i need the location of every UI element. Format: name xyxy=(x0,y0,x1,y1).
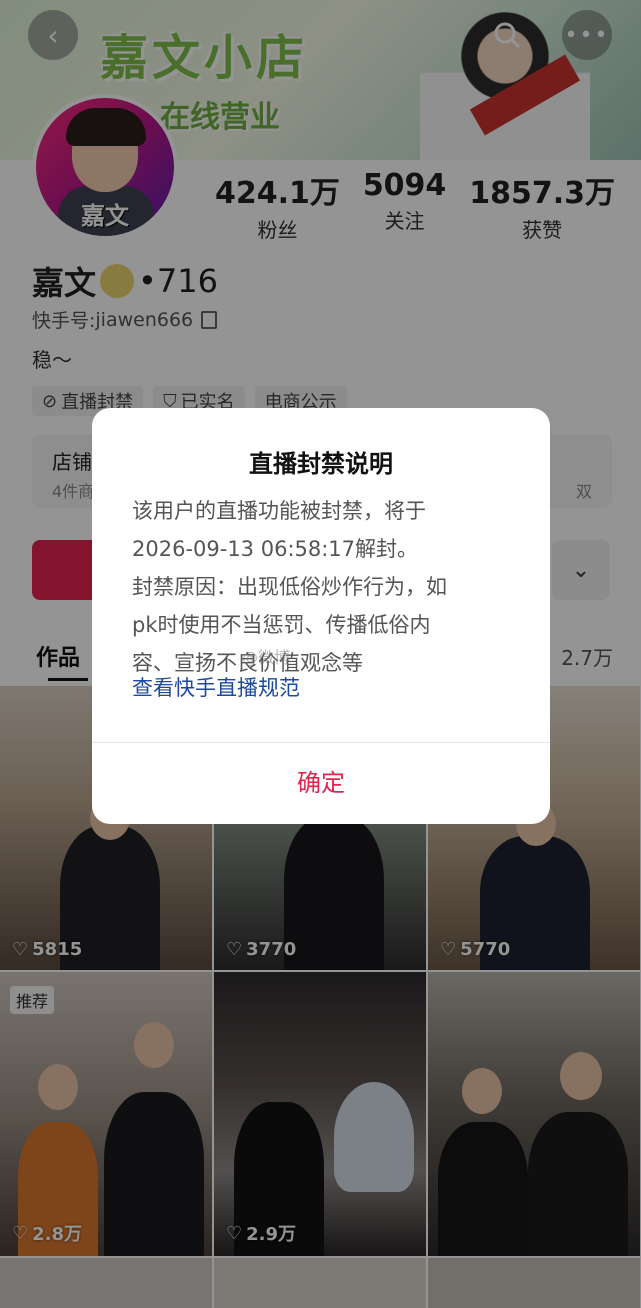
live-ban-dialog: 直播封禁说明 该用户的直播功能被封禁，将于 2026-09-13 06:58:1… xyxy=(92,408,550,824)
dialog-title: 直播封禁说明 xyxy=(249,450,393,478)
confirm-button[interactable]: 确定 xyxy=(92,742,550,824)
dialog-text-line: 封禁原因：出现低俗炒作行为，如 xyxy=(132,575,447,599)
dialog-text-line: 2026-09-13 06:58:17解封。 xyxy=(132,537,419,561)
dialog-body: 该用户的直播功能被封禁，将于 2026-09-13 06:58:17解封。 封禁… xyxy=(132,492,512,682)
watermark: @微博 xyxy=(242,648,291,667)
live-rules-link[interactable]: 查看快手直播规范 xyxy=(132,672,300,702)
dialog-text-line: pk时使用不当惩罚、传播低俗内 xyxy=(132,613,431,637)
dialog-text-line: 该用户的直播功能被封禁，将于 xyxy=(132,499,426,523)
